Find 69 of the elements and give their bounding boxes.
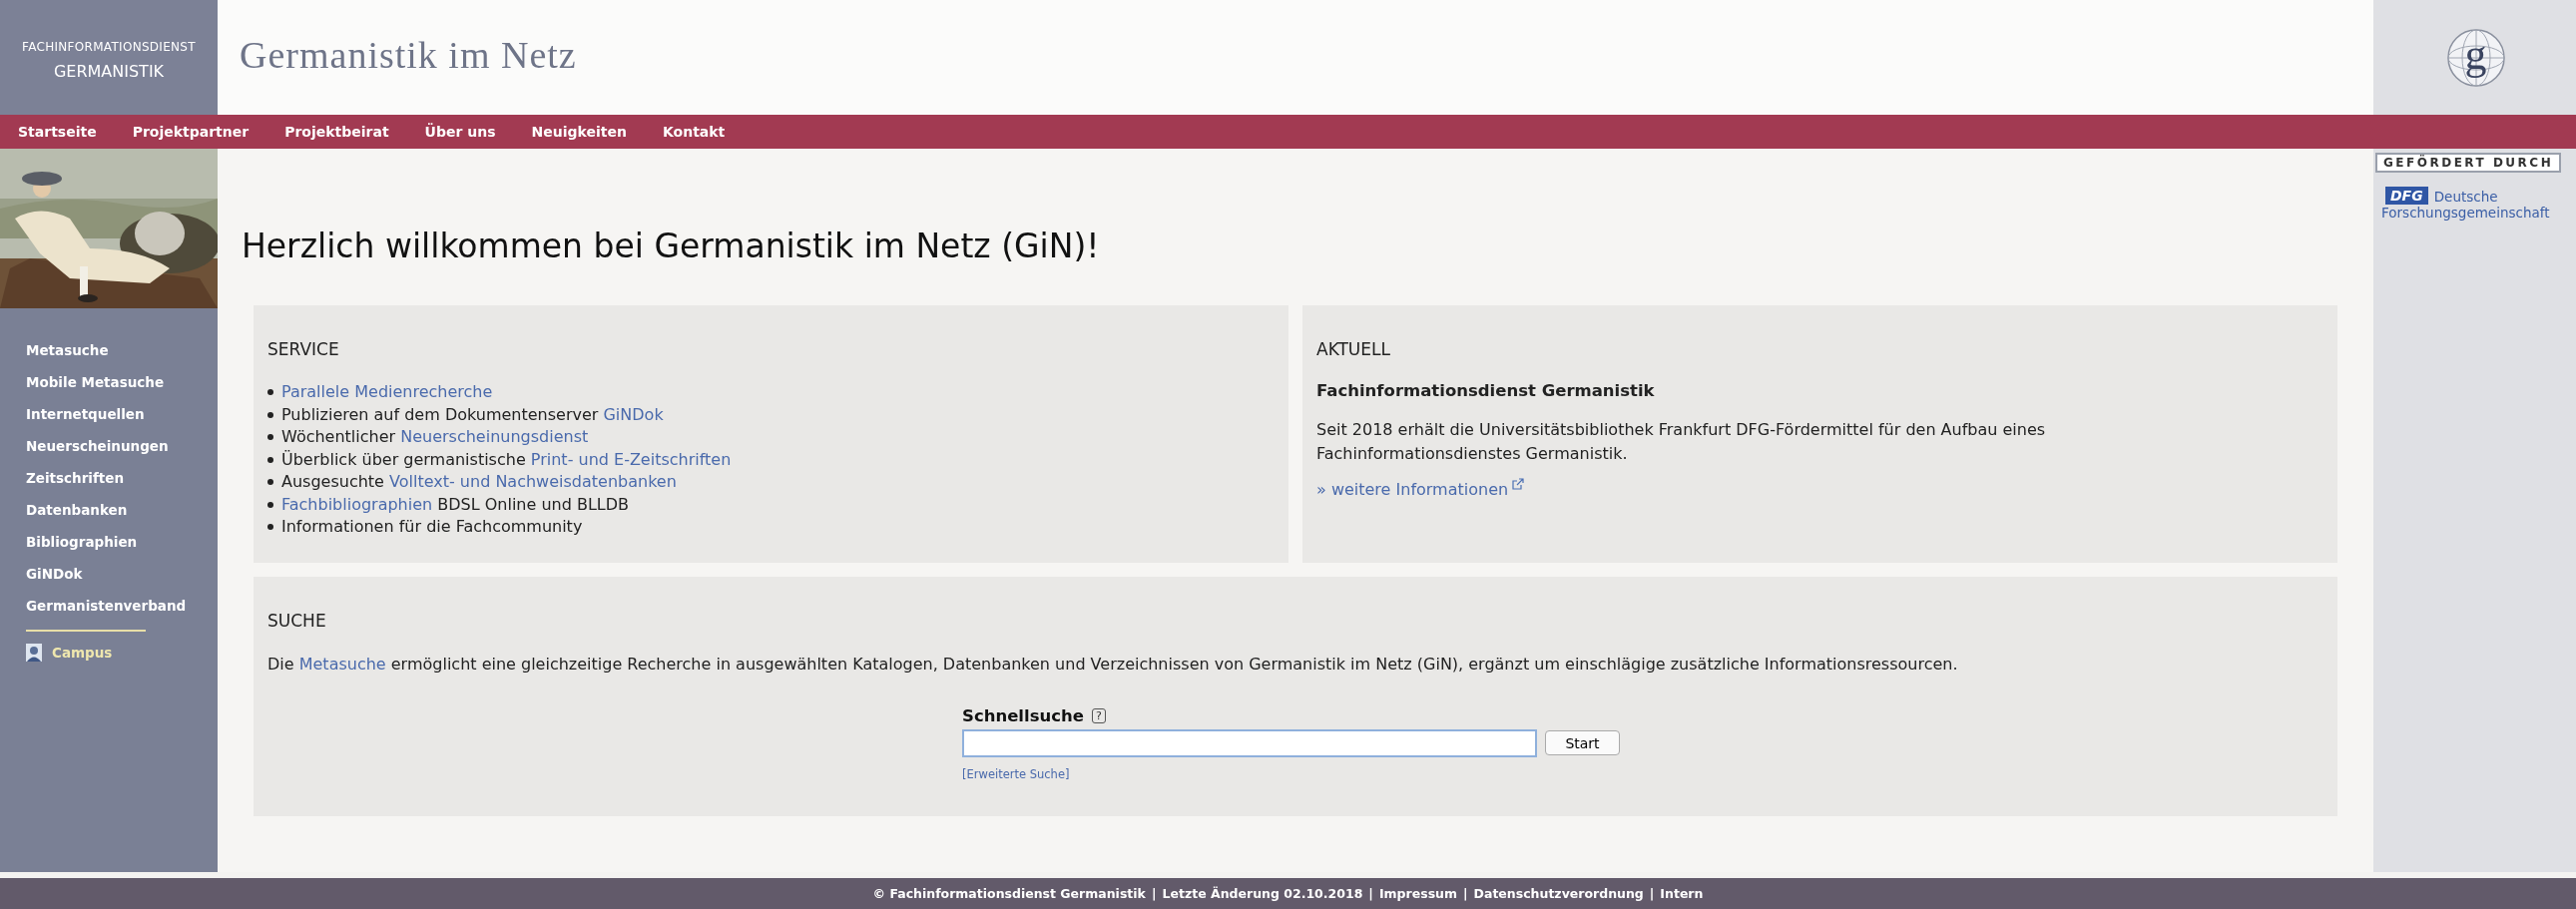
sidebar-link[interactable]: Zeitschriften: [26, 462, 218, 494]
globe-logo[interactable]: g: [2445, 27, 2506, 88]
footer-link[interactable]: Impressum: [1378, 886, 1457, 901]
nav-link[interactable]: Projektbeirat: [284, 124, 389, 140]
footer-separator: |: [1463, 886, 1468, 901]
link[interactable]: Parallele Medienrecherche: [281, 382, 493, 401]
bullet-icon: [267, 456, 273, 463]
external-link-icon: [1512, 478, 1525, 490]
bullet-icon: [267, 389, 273, 396]
panel-title: SERVICE: [267, 339, 340, 359]
start-button[interactable]: Start: [1545, 730, 1620, 755]
sidebar-link[interactable]: Metasuche: [26, 334, 218, 366]
footer-link[interactable]: © Fachinformationsdienst Germanistik: [872, 886, 1146, 901]
nav-link[interactable]: Projektpartner: [132, 124, 250, 140]
link[interactable]: Neuerscheinungsdienst: [400, 427, 589, 446]
bullet-icon: [267, 501, 273, 508]
panel-title: AKTUELL: [1316, 339, 1391, 359]
help-button[interactable]: ?: [1091, 707, 1106, 723]
footer-link[interactable]: Letzte Änderung 02.10.2018: [1162, 886, 1363, 901]
sidebar-link[interactable]: Datenbanken: [26, 494, 218, 526]
list-text: Informationen für die Fachcommunity: [281, 517, 583, 536]
link[interactable]: Volltext- und Nachweisdatenbanken: [389, 472, 677, 491]
nav-link[interactable]: Kontakt: [662, 124, 726, 140]
footer-link[interactable]: Intern: [1660, 886, 1704, 901]
advanced-search-link[interactable]: [Erweiterte Suche]: [962, 766, 1070, 781]
search-field[interactable]: [962, 728, 1537, 757]
nav-link[interactable]: Startseite: [18, 124, 97, 140]
sponsor-name[interactable]: Forschungsgemeinschaft: [2381, 205, 2550, 221]
news-text: Seit 2018 erhält die Universitätsbibliothek Frankfurt DFG-Fördermittel für den Aufbau eines Fachinformationsdienstes Germanistik.: [1316, 419, 2047, 465]
list-text: BDSL Online und BLLDB: [436, 494, 630, 514]
brand-line: GERMANISTIK: [53, 62, 165, 81]
list-text: Wöchentlicher: [281, 427, 397, 446]
link[interactable]: GiNDok: [603, 404, 664, 424]
panel-title: SUCHE: [267, 610, 327, 631]
bullet-icon: [267, 524, 273, 531]
sponsor-heading: GEFÖRDERT DURCH: [2375, 153, 2562, 173]
portrait-icon: [26, 644, 42, 662]
dfg-logo[interactable]: DFG: [2385, 187, 2428, 205]
footer-separator: |: [1151, 886, 1157, 901]
list-text: Ausgesuchte: [281, 472, 385, 491]
footer-separator: |: [1649, 886, 1655, 901]
site-title: Germanistik im Netz: [240, 32, 577, 77]
bullet-icon: [267, 434, 273, 441]
bullet-icon: [267, 411, 273, 418]
bullet-icon: [267, 479, 273, 486]
list-text: Überblick über germanistische: [281, 449, 527, 469]
sidebar-link[interactable]: Germanistenverband: [26, 590, 218, 622]
list-text: Publizieren auf dem Dokumentenserver: [281, 404, 600, 424]
footer-separator: |: [1368, 886, 1373, 901]
footer-link[interactable]: Datenschutzverordnung: [1473, 886, 1644, 901]
sidebar-link[interactable]: Mobile Metasuche: [26, 366, 218, 398]
page-heading: Herzlich willkommen bei Germanistik im Netz (GiN)!: [242, 227, 1101, 265]
intro-text: Die: [267, 654, 295, 674]
nav-link[interactable]: Neuigkeiten: [531, 124, 627, 140]
sidebar-link[interactable]: Internetquellen: [26, 398, 218, 430]
intro-text: ermöglicht eine gleichzeitige Recherche in ausgewählten Katalogen, Datenbanken und Verzeichnissen von Germanistik im Netz (GiN), ergänzt um einschlägige zusätzliche Informationsressourcen.: [389, 654, 1958, 674]
nav-link[interactable]: Über uns: [424, 124, 496, 140]
more-info-link[interactable]: » weitere Informationen: [1316, 480, 1525, 499]
news-headline: Fachinformationsdienst Germanistik: [1316, 381, 1656, 400]
sidebar-link[interactable]: Neuerscheinungen: [26, 430, 218, 462]
field-label: Schnellsuche: [962, 705, 1084, 725]
campus-link[interactable]: Campus: [26, 644, 113, 662]
sponsor-name[interactable]: Deutsche: [2433, 189, 2498, 205]
sidebar-link[interactable]: Bibliographien: [26, 526, 218, 558]
brand-line: FACHINFORMATIONSDIENST: [22, 40, 196, 54]
link[interactable]: Fachbibliographien: [281, 494, 433, 514]
link[interactable]: Metasuche: [298, 654, 386, 674]
link[interactable]: Print- und E-Zeitschriften: [530, 449, 732, 469]
sidebar-link[interactable]: GiNDok: [26, 558, 218, 590]
